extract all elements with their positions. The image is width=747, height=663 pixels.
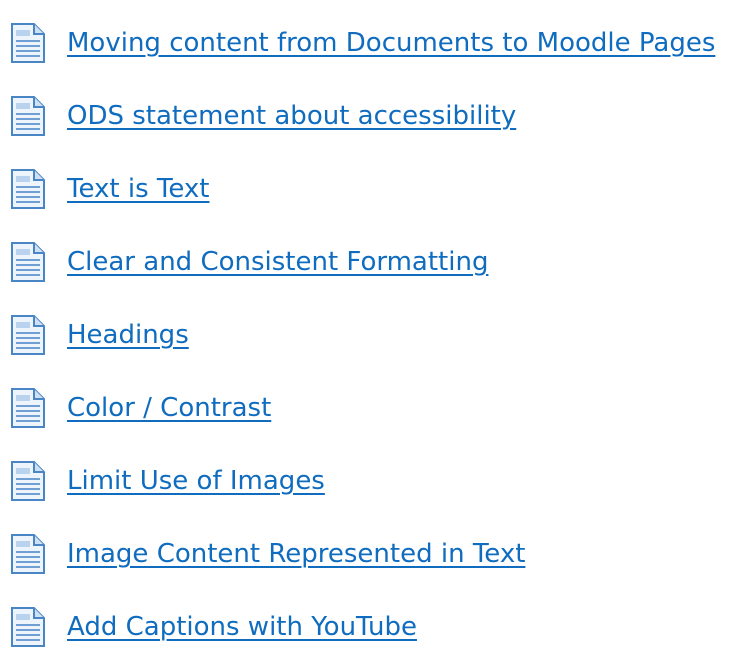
activity-link-headings[interactable]: Headings bbox=[67, 322, 189, 348]
page-icon bbox=[11, 22, 45, 63]
list-item: Limit Use of Images bbox=[0, 444, 747, 517]
page-icon bbox=[11, 387, 45, 428]
page-icon bbox=[11, 241, 45, 282]
page-icon bbox=[11, 533, 45, 574]
page-icon bbox=[11, 168, 45, 209]
page-icon bbox=[11, 606, 45, 647]
list-item: ODS statement about accessibility bbox=[0, 79, 747, 152]
page-icon bbox=[11, 314, 45, 355]
activity-link-limit-images[interactable]: Limit Use of Images bbox=[67, 468, 325, 494]
activity-link-moving-content[interactable]: Moving content from Documents to Moodle … bbox=[67, 30, 715, 56]
list-item: Clear and Consistent Formatting bbox=[0, 225, 747, 298]
activity-link-text-is-text[interactable]: Text is Text bbox=[67, 176, 209, 202]
activity-link-youtube-captions[interactable]: Add Captions with YouTube bbox=[67, 614, 417, 640]
activity-link-image-content[interactable]: Image Content Represented in Text bbox=[67, 541, 525, 567]
activity-link-clear-formatting[interactable]: Clear and Consistent Formatting bbox=[67, 249, 488, 275]
list-item: Text is Text bbox=[0, 152, 747, 225]
list-item: Moving content from Documents to Moodle … bbox=[0, 6, 747, 79]
activity-link-color-contrast[interactable]: Color / Contrast bbox=[67, 395, 271, 421]
page-icon bbox=[11, 95, 45, 136]
list-item: Image Content Represented in Text bbox=[0, 517, 747, 590]
list-item: Color / Contrast bbox=[0, 371, 747, 444]
list-item: Add Captions with YouTube bbox=[0, 590, 747, 663]
activity-list: Moving content from Documents to Moodle … bbox=[0, 0, 747, 663]
activity-link-ods-statement[interactable]: ODS statement about accessibility bbox=[67, 103, 516, 129]
page-icon bbox=[11, 460, 45, 501]
list-item: Headings bbox=[0, 298, 747, 371]
